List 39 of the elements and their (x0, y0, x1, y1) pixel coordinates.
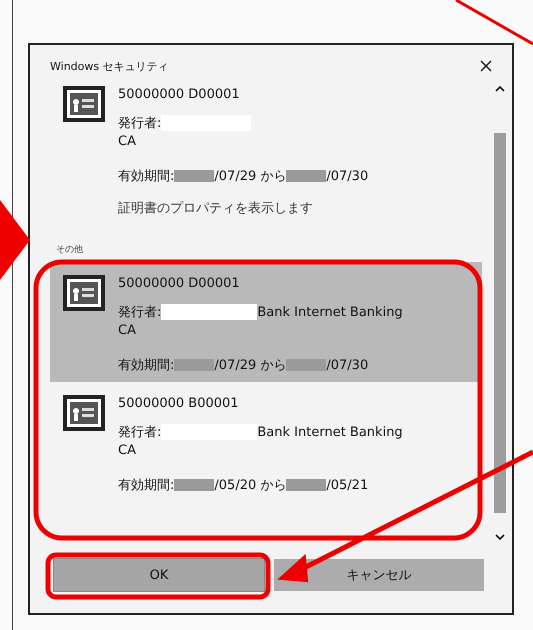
validity-to: /07/30 (326, 168, 368, 184)
certificate-icon (62, 394, 106, 432)
validity-from: /07/29 から (214, 357, 286, 374)
issuer-name: Bank Internet Banking (257, 424, 403, 440)
redaction-block (174, 359, 214, 371)
section-label: その他 (56, 244, 84, 256)
certificate-name: 50000000 D00001 (118, 276, 241, 291)
scroll-down-icon[interactable] (495, 533, 505, 541)
redaction-block (174, 479, 214, 491)
issuer-name: CA (118, 323, 137, 338)
properties-link[interactable]: 証明書のプロパティを表示します (118, 199, 368, 217)
issuer-label: 発行者: (118, 424, 162, 441)
issuer-name: CA (118, 443, 137, 458)
validity-to: /05/21 (326, 478, 368, 492)
window-title: Windows セキュリティ (50, 58, 169, 74)
scroll-up-icon[interactable] (495, 85, 505, 93)
validity-label: 有効期間: (118, 168, 174, 185)
dialog-button[interactable]: キャンセル (274, 559, 484, 591)
redaction-block (286, 479, 326, 491)
certificate-icon (62, 274, 106, 312)
redaction-block (286, 170, 326, 182)
close-icon[interactable] (480, 60, 492, 72)
certificate-item[interactable]: 50000000 B00001 発行者: Bank Internet Banking CA 有効期間: /05/20 から /05/21 (50, 382, 482, 502)
certificate-name: 50000000 D00001 (118, 87, 241, 102)
validity-label: 有効期間: (118, 477, 174, 494)
validity-from: /07/29 から (214, 168, 286, 185)
issuer-label: 発行者: (118, 115, 162, 132)
dialog-button[interactable]: OK (54, 559, 264, 591)
redaction-block (286, 359, 326, 371)
issuer-name: CA (118, 134, 137, 149)
validity-from: /05/20 から (214, 477, 286, 494)
certificate-name: 50000000 B00001 (118, 396, 240, 411)
certificate-icon (62, 85, 106, 123)
validity-to: /07/30 (326, 358, 368, 372)
certificate-item[interactable]: 50000000 D00001 発行者: Bank Internet Banking CA 有効期間: /07/29 から /07/30 (50, 262, 482, 382)
issuer-label: 発行者: (118, 304, 162, 321)
issuer-name: Bank Internet Banking (257, 304, 403, 320)
redaction-block (174, 170, 214, 182)
validity-label: 有効期間: (118, 357, 174, 374)
